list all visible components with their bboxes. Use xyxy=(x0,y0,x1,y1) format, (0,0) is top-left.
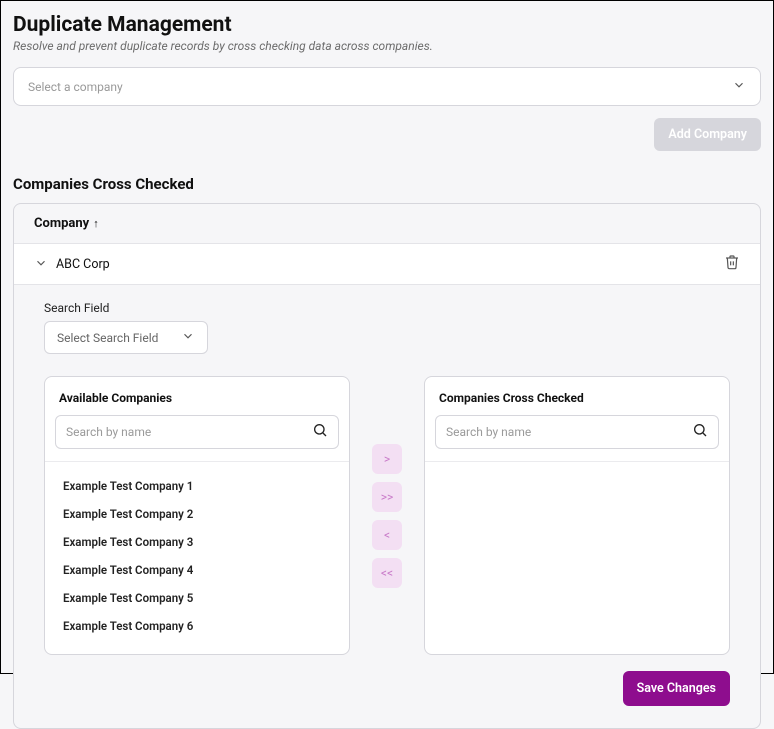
checked-search[interactable] xyxy=(435,415,719,449)
move-all-right-button[interactable]: >> xyxy=(372,482,402,512)
search-icon xyxy=(692,422,708,442)
trash-icon[interactable] xyxy=(724,254,740,274)
move-right-button[interactable]: > xyxy=(372,444,402,474)
chevron-down-icon[interactable] xyxy=(34,255,48,274)
grid-header-company[interactable]: Company ↑ xyxy=(14,204,760,243)
checked-title: Companies Cross Checked xyxy=(425,377,729,415)
available-title: Available Companies xyxy=(45,377,349,415)
move-left-button[interactable]: < xyxy=(372,520,402,550)
column-label: Company xyxy=(34,216,89,231)
list-item[interactable]: Example Test Company 4 xyxy=(45,556,349,584)
save-changes-button[interactable]: Save Changes xyxy=(623,671,730,706)
chevron-down-icon xyxy=(732,77,746,96)
available-search[interactable] xyxy=(55,415,339,449)
row-company-name: ABC Corp xyxy=(56,257,724,272)
chevron-down-icon xyxy=(181,329,195,346)
list-item[interactable]: Example Test Company 3 xyxy=(45,528,349,556)
checked-panel: Companies Cross Checked xyxy=(424,376,730,655)
list-item[interactable]: Example Test Company 2 xyxy=(45,500,349,528)
available-list: Example Test Company 1 Example Test Comp… xyxy=(45,461,349,654)
company-select-placeholder: Select a company xyxy=(28,80,123,94)
section-heading: Companies Cross Checked xyxy=(13,175,761,193)
search-icon xyxy=(312,422,328,442)
checked-list xyxy=(425,461,729,654)
list-item[interactable]: Example Test Company 1 xyxy=(45,472,349,500)
search-field-label: Search Field xyxy=(44,301,730,315)
list-item[interactable]: Example Test Company 6 xyxy=(45,612,349,640)
search-field-select[interactable]: Select Search Field xyxy=(44,321,208,354)
available-search-input[interactable] xyxy=(66,425,312,439)
row-detail-pane: Search Field Select Search Field Availab… xyxy=(14,285,760,728)
move-all-left-button[interactable]: << xyxy=(372,558,402,588)
companies-grid: Company ↑ ABC Corp Search Field Select S… xyxy=(13,203,761,729)
search-field-placeholder: Select Search Field xyxy=(57,331,158,345)
available-panel: Available Companies Example Test Company… xyxy=(44,376,350,655)
company-select[interactable]: Select a company xyxy=(13,67,761,106)
table-row[interactable]: ABC Corp xyxy=(14,243,760,285)
add-company-button[interactable]: Add Company xyxy=(654,118,761,151)
sort-asc-icon: ↑ xyxy=(93,217,99,230)
checked-search-input[interactable] xyxy=(446,425,692,439)
transfer-buttons: > >> < << xyxy=(372,376,402,655)
page-subtitle: Resolve and prevent duplicate records by… xyxy=(13,39,761,53)
list-item[interactable]: Example Test Company 5 xyxy=(45,584,349,612)
page-title: Duplicate Management xyxy=(13,13,761,37)
